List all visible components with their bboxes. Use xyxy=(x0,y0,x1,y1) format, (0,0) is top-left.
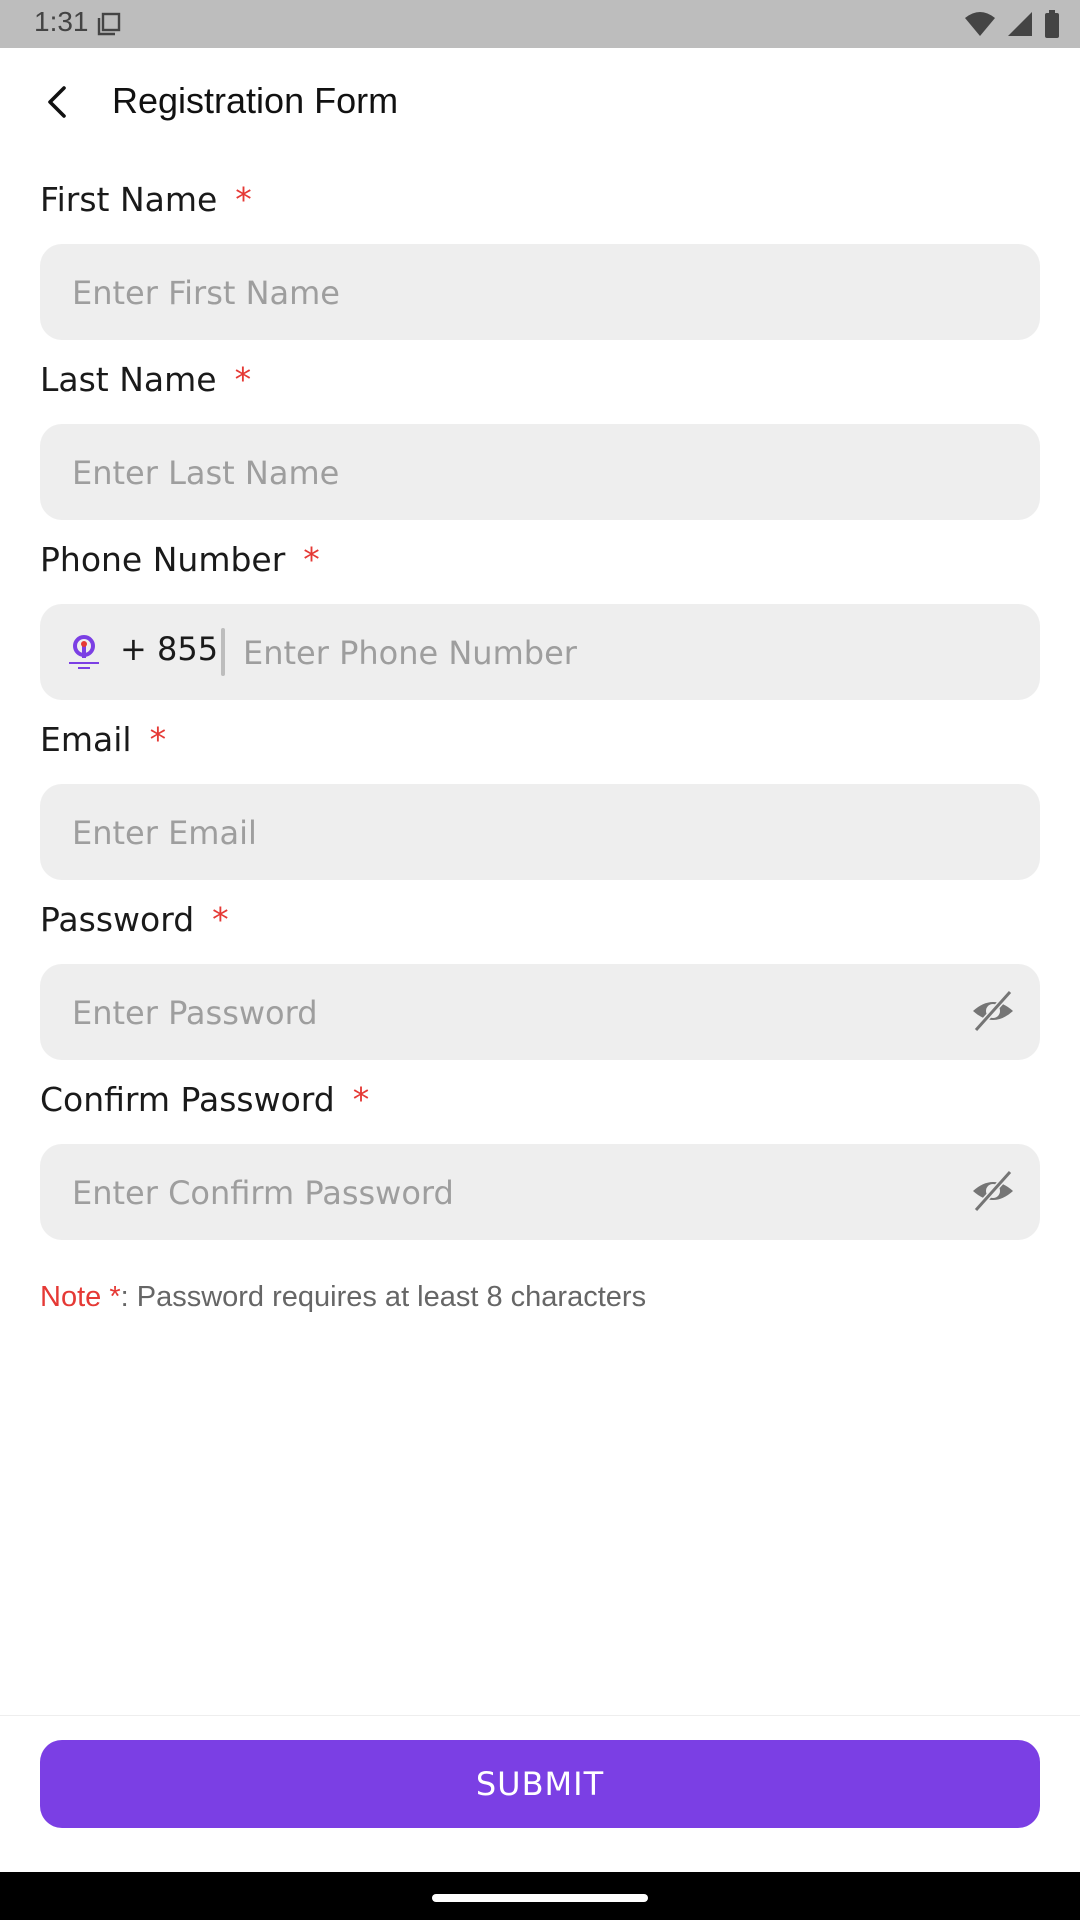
email-input[interactable] xyxy=(70,784,974,882)
confirm-password-field[interactable] xyxy=(40,1144,1040,1242)
password-input[interactable] xyxy=(70,964,974,1062)
submit-button[interactable]: SUBMIT xyxy=(40,1740,1040,1828)
note-text: : Password requires at least 8 character… xyxy=(120,1281,647,1313)
status-icons xyxy=(964,10,1060,38)
required-mark: * xyxy=(303,540,320,579)
battery-icon xyxy=(1045,10,1059,38)
signal-icon xyxy=(1008,12,1032,36)
status-time: 1:31 xyxy=(34,6,89,37)
email-label: Email * xyxy=(40,720,166,759)
wifi-icon xyxy=(965,12,995,36)
app-bar: Registration Form xyxy=(0,48,1080,158)
last-name-label-text: Last Name xyxy=(40,360,217,399)
password-label: Password * xyxy=(40,900,229,939)
confirm-password-input[interactable] xyxy=(70,1144,974,1242)
phone-label-text: Phone Number xyxy=(40,540,286,579)
first-name-field[interactable] xyxy=(40,244,1040,342)
phone-field[interactable]: + 855 xyxy=(40,604,1040,702)
password-note: Note *: Password requires at least 8 cha… xyxy=(40,1281,646,1314)
last-name-field[interactable] xyxy=(40,424,1040,522)
page-title: Registration Form xyxy=(112,80,399,121)
copy-icon xyxy=(97,12,121,36)
country-code[interactable]: + 855 xyxy=(120,630,218,668)
status-bar: 1:31 xyxy=(0,0,1080,48)
password-label-text: Password xyxy=(40,900,195,939)
email-field[interactable] xyxy=(40,784,1040,882)
phone-label: Phone Number * xyxy=(40,540,320,579)
home-indicator[interactable] xyxy=(432,1894,648,1902)
back-arrow-icon[interactable] xyxy=(40,84,76,120)
brand-logo-icon[interactable] xyxy=(66,632,102,672)
last-name-input[interactable] xyxy=(70,424,974,522)
divider xyxy=(0,1715,1080,1716)
confirm-password-label-text: Confirm Password xyxy=(40,1080,335,1119)
confirm-password-label: Confirm Password * xyxy=(40,1080,369,1119)
eye-off-icon[interactable] xyxy=(970,1168,1016,1214)
required-mark: * xyxy=(212,900,229,939)
phone-input[interactable] xyxy=(241,604,1005,702)
first-name-label: First Name * xyxy=(40,180,252,219)
last-name-label: Last Name * xyxy=(40,360,251,399)
first-name-label-text: First Name xyxy=(40,180,218,219)
note-prefix: Note * xyxy=(40,1281,121,1313)
first-name-input[interactable] xyxy=(70,244,974,342)
email-label-text: Email xyxy=(40,720,132,759)
required-mark: * xyxy=(149,720,167,759)
required-mark: * xyxy=(234,360,252,399)
eye-off-icon[interactable] xyxy=(970,988,1016,1034)
navigation-bar xyxy=(0,1872,1080,1920)
password-field[interactable] xyxy=(40,964,1040,1062)
required-mark: * xyxy=(352,1080,370,1119)
phone-divider xyxy=(221,628,225,676)
required-mark: * xyxy=(235,180,252,219)
